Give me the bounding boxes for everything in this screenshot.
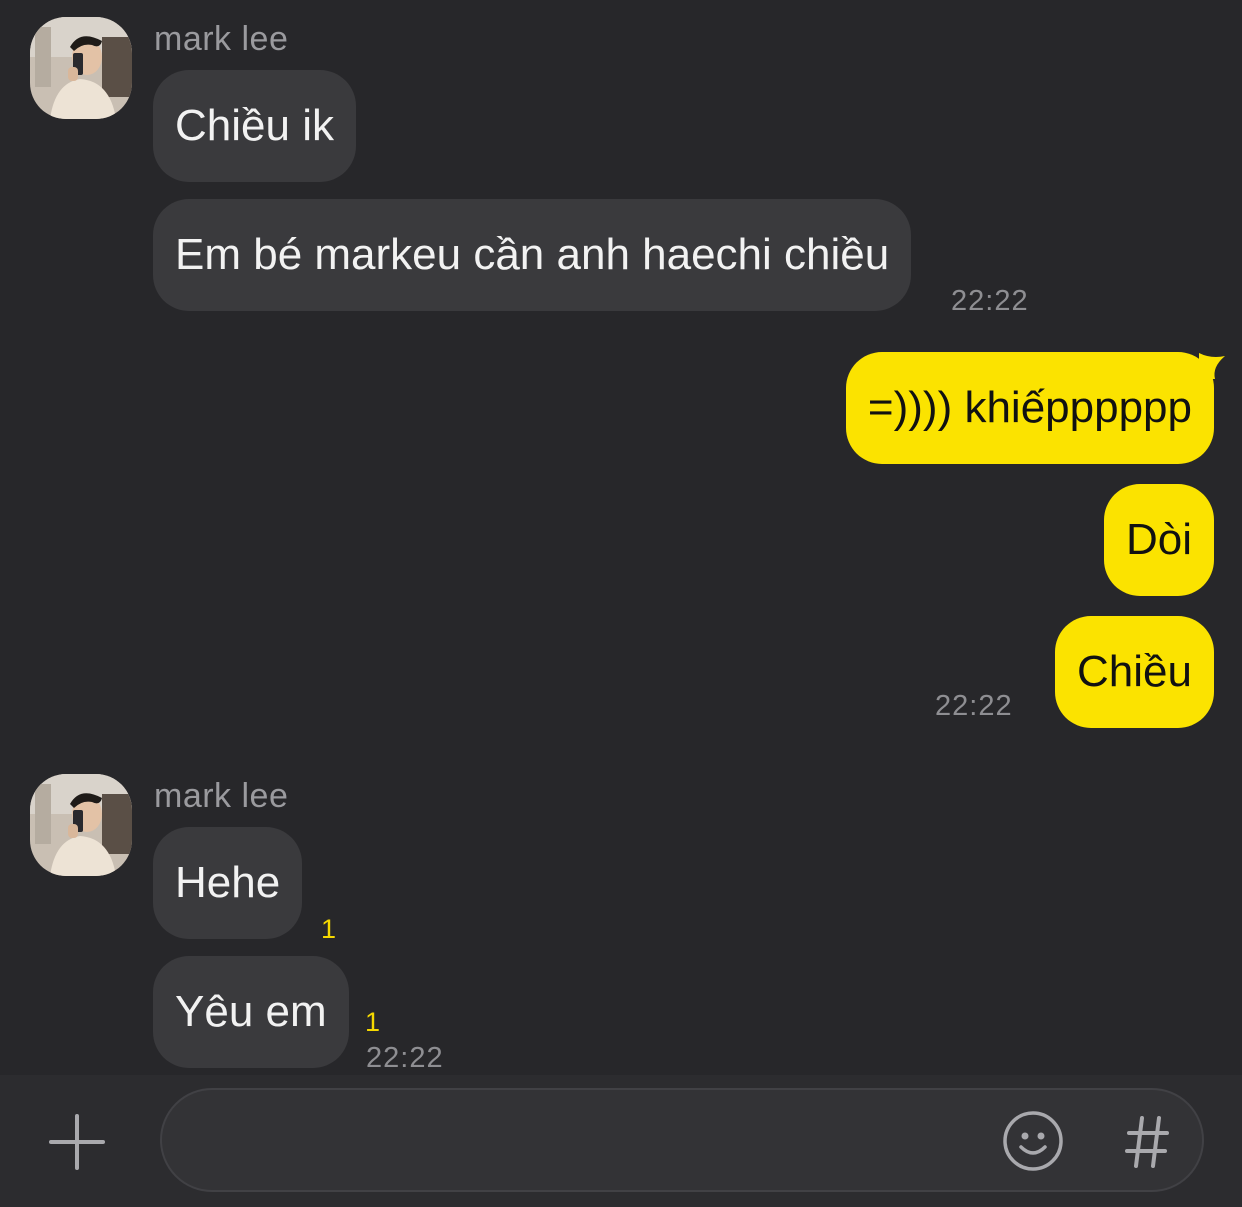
incoming-message[interactable]: Yêu em (153, 956, 349, 1068)
message-text: =)))) khiếpppppp (867, 383, 1192, 432)
message-timestamp: 22:22 (935, 690, 1013, 722)
input-bar (0, 1075, 1242, 1207)
hashtag-button[interactable] (1124, 1110, 1170, 1172)
plus-icon (49, 1114, 105, 1170)
message-timestamp: 22:22 (366, 1042, 444, 1074)
outgoing-message[interactable]: =)))) khiếpppppp (845, 352, 1214, 464)
sender-name: mark lee (154, 777, 289, 815)
message-text: Dòi (1125, 515, 1192, 564)
message-timestamp: 22:22 (951, 285, 1029, 317)
profile-photo (30, 17, 132, 119)
hash-icon (1125, 1116, 1169, 1168)
outgoing-message[interactable]: Chiều (1055, 616, 1214, 728)
incoming-message[interactable]: Hehe (153, 827, 303, 939)
emoji-button[interactable] (1001, 1109, 1065, 1173)
avatar[interactable] (30, 17, 132, 119)
emoji-icon (1003, 1111, 1063, 1171)
unread-count: 1 (365, 1007, 381, 1037)
profile-photo (30, 774, 132, 876)
incoming-message[interactable]: Em bé markeu cần anh haechi chiều (153, 199, 912, 311)
message-input[interactable] (192, 1090, 996, 1192)
message-text: Hehe (175, 858, 281, 907)
incoming-message[interactable]: Chiều ik (153, 70, 356, 182)
avatar[interactable] (30, 774, 132, 876)
message-text: Chiều ik (175, 101, 334, 150)
message-text: Chiều (1077, 647, 1192, 696)
message-field[interactable] (160, 1088, 1204, 1192)
sender-name: mark lee (154, 20, 289, 58)
outgoing-message[interactable]: Dòi (1103, 484, 1214, 596)
unread-count: 1 (321, 914, 337, 944)
chat-area: mark lee Chiều ik Em bé markeu cần anh h… (0, 0, 1242, 1075)
message-text: Em bé markeu cần anh haechi chiều (175, 230, 890, 279)
attach-button[interactable] (46, 1111, 108, 1173)
message-text: Yêu em (175, 987, 327, 1036)
